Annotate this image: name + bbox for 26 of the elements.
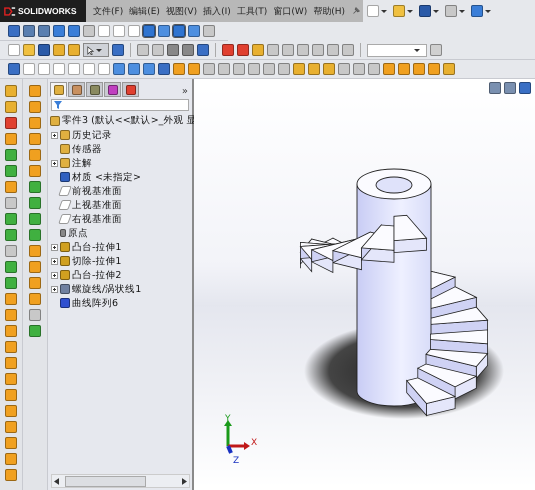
axis-label: X [251,438,258,448]
more-tabs-button[interactable]: » [182,86,190,97]
tree-item[interactable]: 材质 <未指定> [72,170,141,184]
tree-item[interactable]: 上视基准面 [72,198,122,212]
tree-item[interactable]: 螺旋线/涡状线1 [72,282,142,296]
menu-item[interactable]: 帮助(H) [311,4,348,18]
tree-item[interactable]: 右视基准面 [72,212,122,226]
menu-item[interactable]: 文件(F) [91,4,126,18]
menu-item[interactable]: 工具(T) [234,4,270,18]
tree-item[interactable]: 传感器 [72,142,102,156]
menu-item[interactable]: 插入(I) [201,4,233,18]
menu-item[interactable]: 视图(V) [164,4,200,18]
tree-item[interactable]: 前视基准面 [72,184,122,198]
tree-item[interactable]: 注解 [72,156,92,170]
axis-label: Z [233,456,240,466]
menu-item[interactable]: 窗口(W) [271,4,310,18]
tree-item[interactable]: 零件3 (默认<<默认>_外观 显 [62,114,196,127]
tree-item[interactable]: 历史记录 [72,128,112,142]
tree-item[interactable]: 凸台-拉伸2 [72,268,122,282]
tree-item[interactable]: 凸台-拉伸1 [72,240,122,254]
tree-item[interactable]: 曲线阵列6 [72,296,118,310]
tree-item[interactable]: 原点 [68,226,88,240]
menu-item[interactable]: 编辑(E) [127,4,162,18]
logo-text: SOLIDWORKS [18,6,77,16]
axis-label: Y [225,414,230,424]
tree-item[interactable]: 切除-拉伸1 [72,254,122,268]
